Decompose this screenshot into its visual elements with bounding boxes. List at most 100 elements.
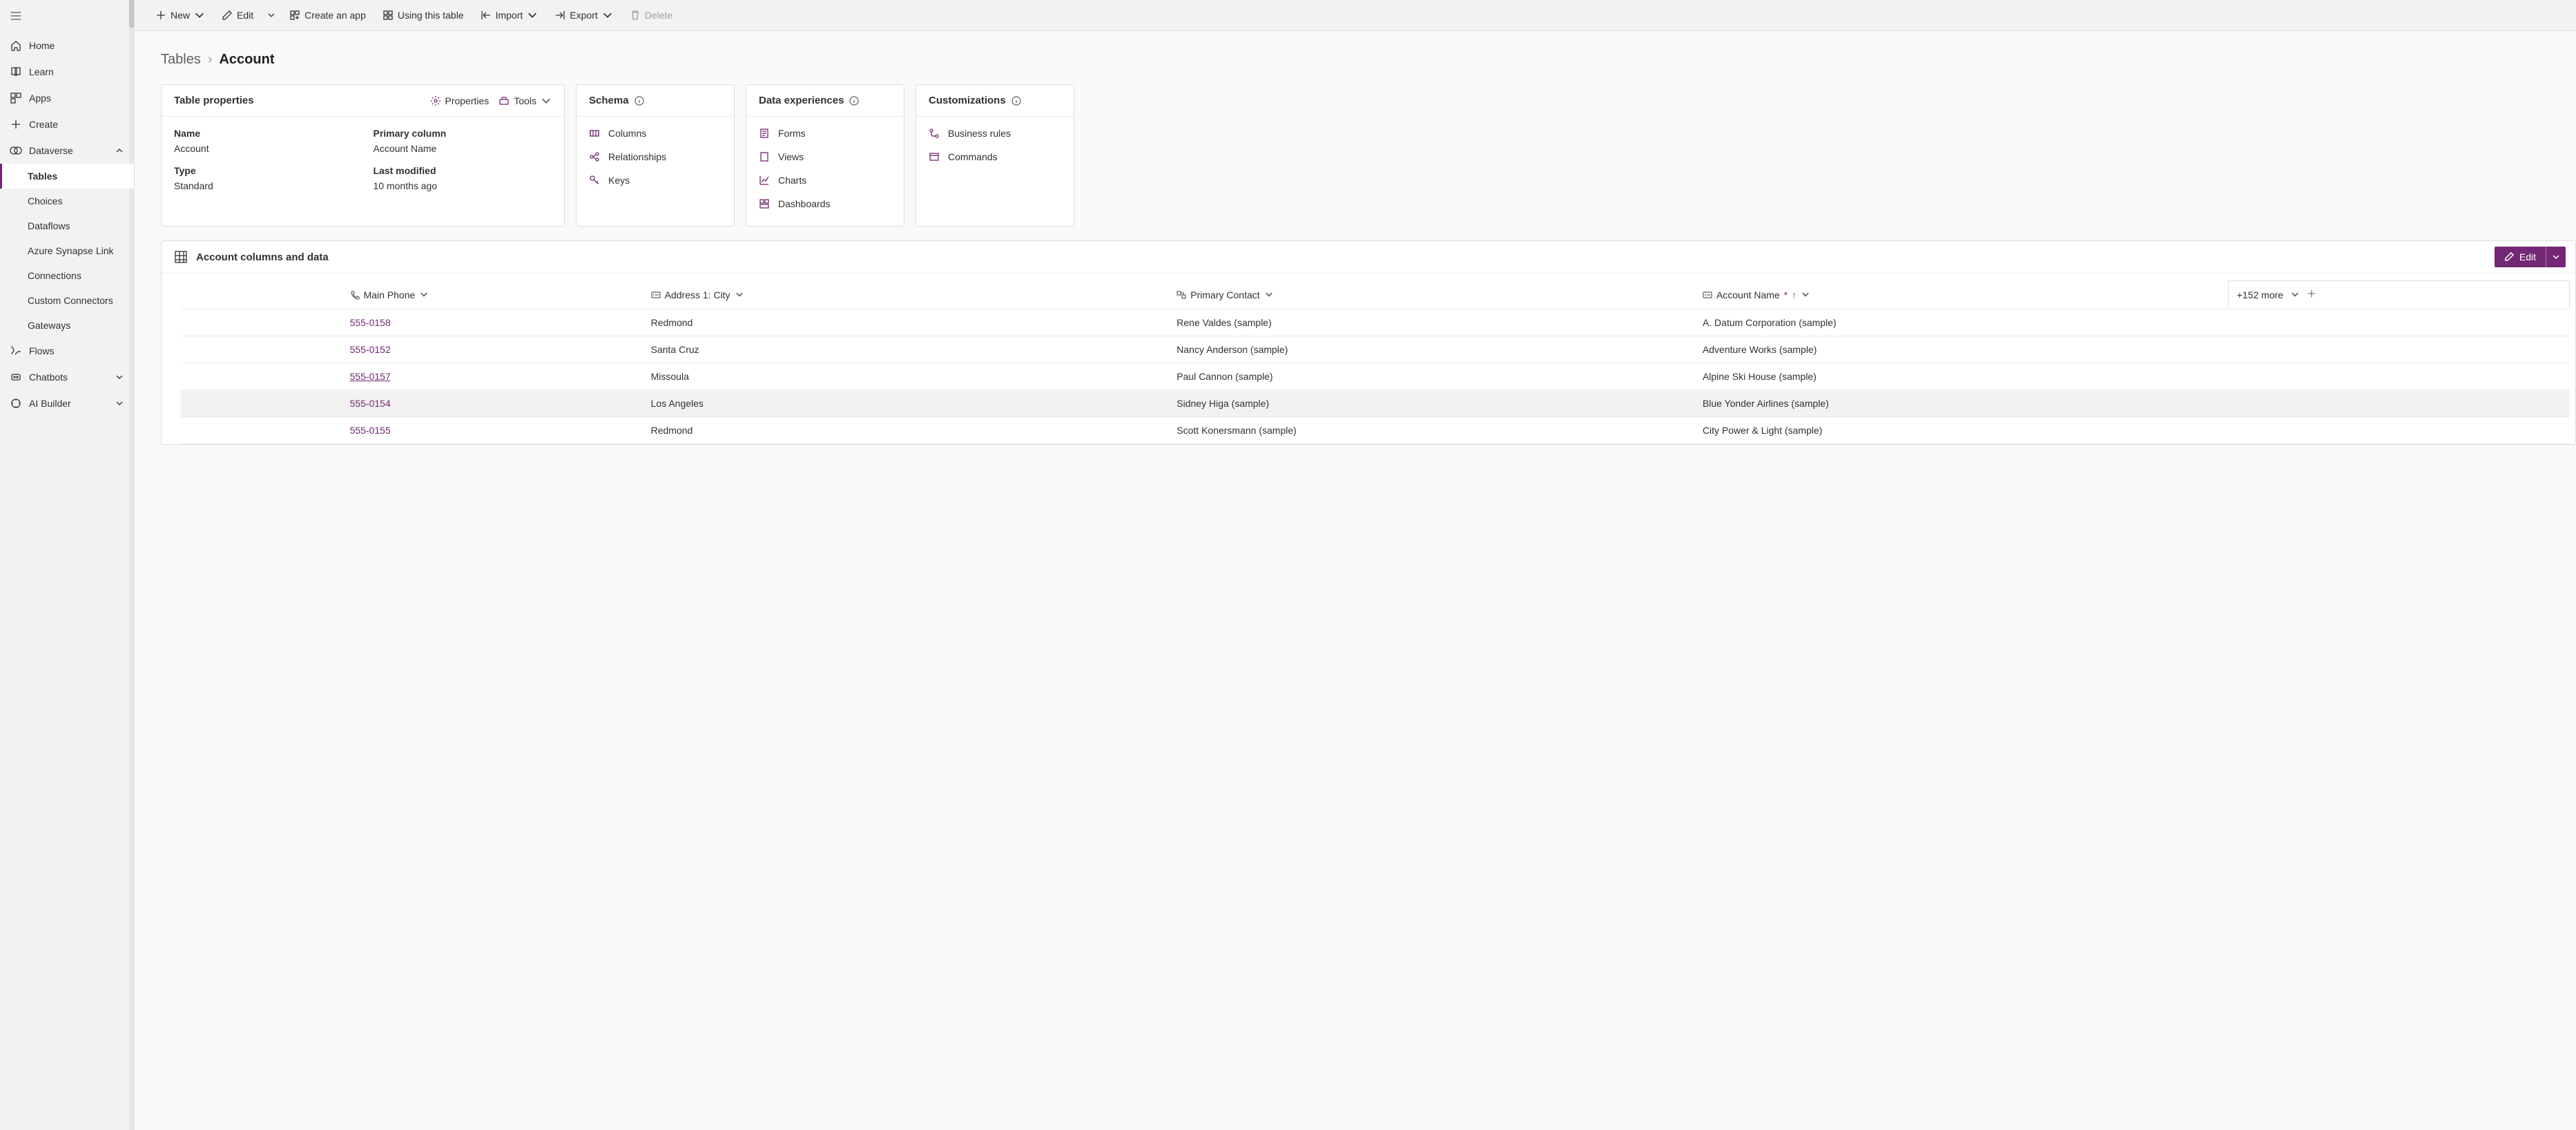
cmd-label: Create an app [304,10,366,21]
breadcrumb-parent[interactable]: Tables [161,52,201,68]
phone-link[interactable]: 555-0152 [350,344,391,355]
sub-label: Connections [28,270,81,281]
sidebar-sub-azure-synapse[interactable]: Azure Synapse Link [0,238,134,263]
cmd-label: Import [496,10,523,21]
plus-icon [155,10,166,21]
link-views[interactable]: Views [759,151,891,162]
action-properties[interactable]: Properties [430,95,490,106]
contact-cell[interactable]: Scott Konersmann (sample) [1168,416,1694,443]
cmd-edit-split[interactable] [263,7,280,23]
phone-link[interactable]: 555-0158 [350,317,391,328]
link-label: Views [778,151,804,162]
prop-name-label: Name [174,128,353,139]
hamburger-button[interactable] [0,6,134,32]
main-area: New Edit Create an app Using this table … [135,0,2576,1130]
sidebar-sub-choices[interactable]: Choices [0,189,134,213]
toolbox-icon [498,95,510,106]
sidebar-sub-tables[interactable]: Tables [0,164,134,189]
city-cell[interactable]: Los Angeles [643,390,1169,416]
col-header-more[interactable]: +152 more [2228,281,2569,309]
sidebar-item-create[interactable]: Create [0,111,134,137]
sidebar-sub-gateways[interactable]: Gateways [0,313,134,338]
sidebar-item-flows[interactable]: Flows [0,338,134,364]
sidebar-item-home[interactable]: Home [0,32,134,59]
cmd-edit[interactable]: Edit [215,6,260,25]
edit-split-button[interactable] [2546,247,2566,267]
cmd-create-app[interactable]: Create an app [282,6,373,25]
table-icon [382,10,394,21]
info-icon[interactable] [849,96,859,106]
add-column-button[interactable] [2307,289,2316,300]
cmd-import[interactable]: Import [474,6,545,25]
name-cell[interactable]: Alpine Ski House (sample) [1694,363,2228,390]
contact-cell[interactable]: Nancy Anderson (sample) [1168,336,1694,363]
sidebar-item-label: Apps [29,93,51,104]
table-row[interactable]: 555-0155 Redmond Scott Konersmann (sampl… [181,416,2570,443]
sidebar-item-label: AI Builder [29,398,71,409]
link-columns[interactable]: Columns [589,128,722,139]
link-dashboards[interactable]: Dashboards [759,198,891,209]
sidebar-item-chatbots[interactable]: Chatbots [0,364,134,390]
city-cell[interactable]: Redmond [643,416,1169,443]
name-cell[interactable]: Blue Yonder Airlines (sample) [1694,390,2228,416]
col-header-contact[interactable]: Primary Contact [1168,281,1694,309]
cmd-export[interactable]: Export [548,6,619,25]
link-commands[interactable]: Commands [929,151,1061,162]
link-forms[interactable]: Forms [759,128,891,139]
hamburger-icon [10,10,22,22]
table-row[interactable]: 555-0154 Los Angeles Sidney Higa (sample… [181,390,2570,416]
table-row[interactable]: 555-0157 Missoula Paul Cannon (sample) A… [181,363,2570,390]
sidebar-item-label: Dataverse [29,145,73,156]
col-header-city[interactable]: Address 1: City [643,281,1169,309]
sidebar-item-learn[interactable]: Learn [0,59,134,85]
link-keys[interactable]: Keys [589,175,722,186]
col-label: Main Phone [364,289,416,300]
info-icon[interactable] [635,96,644,106]
col-header-name[interactable]: Account Name * ↑ [1694,281,2228,309]
city-cell[interactable]: Missoula [643,363,1169,390]
sidebar-sub-connections[interactable]: Connections [0,263,134,288]
phone-link[interactable]: 555-0155 [350,425,391,436]
link-charts[interactable]: Charts [759,175,891,186]
sidebar-item-ai-builder[interactable]: AI Builder [0,390,134,416]
sidebar-item-label: Learn [29,66,54,77]
row-num-cell [181,416,342,443]
contact-cell[interactable]: Paul Cannon (sample) [1168,363,1694,390]
sidebar-item-label: Flows [29,345,55,356]
city-cell[interactable]: Santa Cruz [643,336,1169,363]
cmd-using-table[interactable]: Using this table [376,6,471,25]
contact-cell[interactable]: Sidney Higa (sample) [1168,390,1694,416]
table-row[interactable]: 555-0152 Santa Cruz Nancy Anderson (samp… [181,336,2570,363]
edit-button[interactable]: Edit [2495,247,2546,267]
name-cell[interactable]: A. Datum Corporation (sample) [1694,309,2228,336]
pencil-icon [222,10,233,21]
export-icon [554,10,565,21]
info-icon[interactable] [1011,96,1021,106]
prop-type-label: Type [174,165,353,176]
sidebar-item-apps[interactable]: Apps [0,85,134,111]
link-label: Business rules [948,128,1011,139]
action-tools[interactable]: Tools [498,95,552,106]
prop-mod-label: Last modified [374,165,552,176]
sidebar-item-dataverse[interactable]: Dataverse [0,137,134,164]
sub-label: Tables [28,171,57,182]
sidebar-sub-dataflows[interactable]: Dataflows [0,213,134,238]
name-cell[interactable]: City Power & Light (sample) [1694,416,2228,443]
name-cell[interactable]: Adventure Works (sample) [1694,336,2228,363]
link-business-rules[interactable]: Business rules [929,128,1061,139]
card-title: Table properties [174,95,254,106]
col-label: Account Name [1716,289,1780,300]
chevron-down-icon [541,95,552,106]
contact-cell[interactable]: Rene Valdes (sample) [1168,309,1694,336]
link-relationships[interactable]: Relationships [589,151,722,162]
phone-link[interactable]: 555-0154 [350,398,391,409]
sidebar-sub-custom-connectors[interactable]: Custom Connectors [0,288,134,313]
col-header-phone[interactable]: Main Phone [342,281,643,309]
phone-link[interactable]: 555-0157 [350,371,391,382]
table-row[interactable]: 555-0158 Redmond Rene Valdes (sample) A.… [181,309,2570,336]
data-section: Account columns and data Edit [161,240,2576,445]
cmd-new[interactable]: New [148,6,212,25]
sidebar-scroll-thumb[interactable] [129,0,134,28]
dashboard-icon [759,198,770,209]
city-cell[interactable]: Redmond [643,309,1169,336]
